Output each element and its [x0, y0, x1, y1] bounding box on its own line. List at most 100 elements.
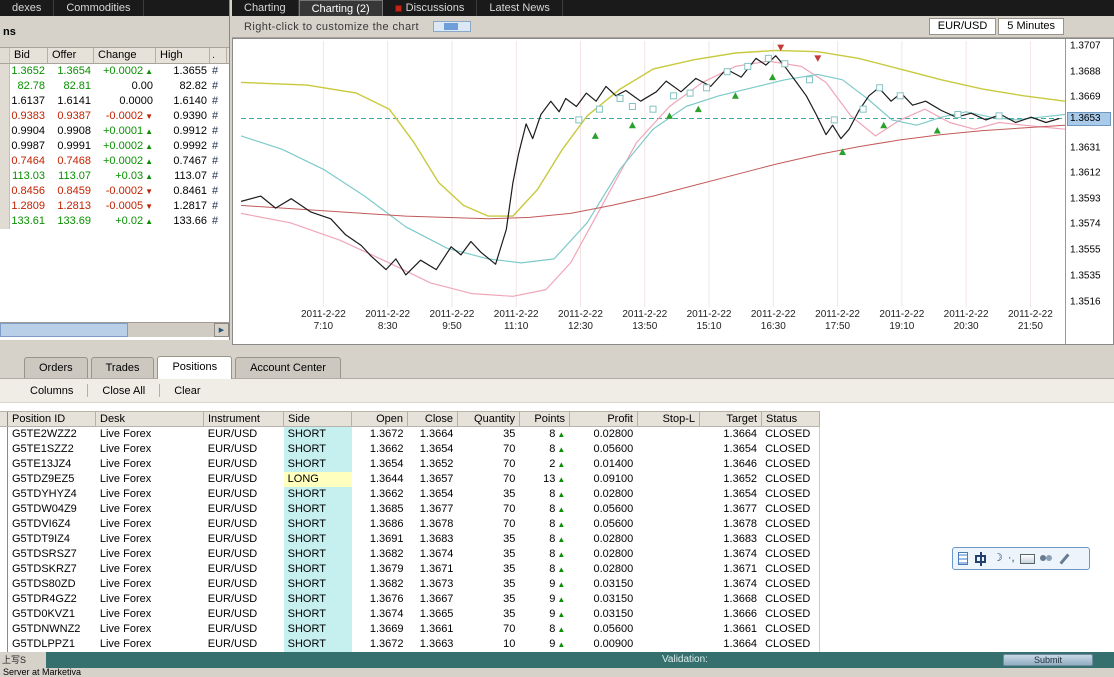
quote-row[interactable]: 133.61133.69+0.02▲133.66# — [0, 214, 229, 229]
chart-tab-discussions[interactable]: Discussions — [383, 0, 478, 16]
toolbar-button-close-all[interactable]: Close All — [90, 383, 157, 399]
tool-wrench-icon[interactable] — [1059, 553, 1070, 565]
position-row[interactable]: G5TDR4GZ2Live ForexEUR/USDSHORT1.36761.3… — [0, 592, 820, 607]
position-row[interactable]: G5TE1SZZ2Live ForexEUR/USDSHORT1.36621.3… — [0, 442, 820, 457]
position-row[interactable]: G5TDS80ZDLive ForexEUR/USDSHORT1.36821.3… — [0, 577, 820, 592]
position-row[interactable]: G5TDNWNZ2Live ForexEUR/USDSHORT1.36691.3… — [0, 622, 820, 637]
quote-row[interactable]: 0.84560.8459-0.0002▼0.8461# — [0, 184, 229, 199]
quote-row[interactable]: 0.99870.9991+0.0002▲0.9992# — [0, 139, 229, 154]
column-header-close[interactable]: Close — [408, 412, 458, 426]
chart-tab-charting[interactable]: Charting — [232, 0, 299, 16]
points: 9▲ — [519, 637, 569, 652]
position-row[interactable]: G5TDLPPZ1Live ForexEUR/USDSHORT1.36721.3… — [0, 637, 820, 652]
positions-panel: OrdersTradesPositionsAccount Center Colu… — [0, 355, 1114, 652]
side: SHORT — [284, 637, 352, 652]
position-row[interactable]: G5TDVI6Z4Live ForexEUR/USDSHORT1.36861.3… — [0, 517, 820, 532]
quote-row[interactable]: 113.03113.07+0.03▲113.07# — [0, 169, 229, 184]
position-id: G5TDYHYZ4 — [8, 487, 96, 502]
submit-button[interactable]: Submit — [1003, 654, 1093, 666]
timeframe-label[interactable]: 5 Minutes — [998, 18, 1064, 35]
toolbar-button-clear[interactable]: Clear — [162, 383, 212, 399]
candle-marker-icon — [996, 113, 1002, 119]
quotes-tab-dexes[interactable]: dexes — [0, 0, 54, 16]
tab-account-center[interactable]: Account Center — [235, 357, 341, 378]
quotes-tab-commodities[interactable]: Commodities — [54, 0, 143, 16]
tick-time: 12:30 — [558, 321, 603, 333]
chinese-input-icon[interactable] — [975, 555, 986, 563]
chart-link-icon: # — [210, 199, 227, 214]
slider-thumb[interactable] — [444, 23, 458, 30]
column-header-position-id[interactable]: Position ID — [8, 412, 96, 426]
column-header-profit[interactable]: Profit — [570, 412, 638, 426]
buy-marker-icon — [934, 127, 941, 134]
column-header-instrument[interactable]: Instrument — [204, 412, 284, 426]
column-header-high[interactable]: High — [156, 48, 210, 63]
position-row[interactable]: G5TE13JZ4Live ForexEUR/USDSHORT1.36541.3… — [0, 457, 820, 472]
position-row[interactable]: G5TDT9IZ4Live ForexEUR/USDSHORT1.36911.3… — [0, 532, 820, 547]
column-header-more[interactable]: . — [210, 48, 227, 63]
quote-row[interactable]: 0.74640.7468+0.0002▲0.7467# — [0, 154, 229, 169]
series-price — [241, 56, 1059, 275]
tab-trades[interactable]: Trades — [91, 357, 155, 378]
column-header-bid[interactable]: Bid — [10, 48, 48, 63]
quotes-hscrollbar[interactable] — [0, 322, 229, 337]
language-bar-handle-icon[interactable] — [958, 552, 968, 565]
column-header-status[interactable]: Status — [762, 412, 820, 426]
tab-positions[interactable]: Positions — [157, 356, 232, 379]
position-row[interactable]: G5TDSKRZ7Live ForexEUR/USDSHORT1.36791.3… — [0, 562, 820, 577]
chart-tab-latest-news[interactable]: Latest News — [477, 0, 563, 16]
position-row[interactable]: G5TDW04Z9Live ForexEUR/USDSHORT1.36851.3… — [0, 502, 820, 517]
quote-row[interactable]: 0.99040.9908+0.0001▲0.9912# — [0, 124, 229, 139]
position-row[interactable]: G5TDZ9EZ5Live ForexEUR/USDLONG1.36441.36… — [0, 472, 820, 487]
position-id: G5TDZ9EZ5 — [8, 472, 96, 487]
stop-loss — [637, 637, 699, 652]
soft-keyboard-icon[interactable] — [1020, 554, 1035, 564]
quote-row[interactable]: 1.61371.61410.00001.6140# — [0, 94, 229, 109]
quote-row[interactable]: 1.36521.3654+0.0002▲1.3655# — [0, 64, 229, 79]
status: CLOSED — [761, 562, 819, 577]
column-header-stop-l[interactable]: Stop-L — [638, 412, 700, 426]
instrument: EUR/USD — [204, 637, 284, 652]
column-header-quantity[interactable]: Quantity — [458, 412, 520, 426]
tick-time: 16:30 — [751, 321, 796, 333]
column-header-target[interactable]: Target — [700, 412, 762, 426]
stop-loss — [637, 487, 699, 502]
candle-marker-icon — [807, 77, 813, 83]
column-header-change[interactable]: Change — [94, 48, 156, 63]
punctuation-icon[interactable]: ·, — [1008, 548, 1015, 569]
tick-time: 7:10 — [301, 321, 346, 333]
quote-row[interactable]: 1.28091.2813-0.0005▼1.2817# — [0, 199, 229, 214]
scroll-right-button[interactable] — [214, 323, 229, 337]
desk: Live Forex — [96, 622, 204, 637]
column-header-desk[interactable]: Desk — [96, 412, 204, 426]
quote-row[interactable]: 82.7882.810.0082.82# — [0, 79, 229, 94]
open-price: 1.3672 — [352, 637, 408, 652]
price-chart[interactable] — [241, 41, 1065, 307]
column-header-side[interactable]: Side — [284, 412, 352, 426]
position-row[interactable]: G5TE2WZZ2Live ForexEUR/USDSHORT1.36721.3… — [0, 427, 820, 442]
scrollbar-thumb[interactable] — [0, 323, 128, 337]
tab-orders[interactable]: Orders — [24, 357, 88, 378]
halfwidth-moon-icon[interactable]: ☽ — [993, 548, 1003, 569]
toolbar-button-columns[interactable]: Columns — [18, 383, 85, 399]
chart-tab-charting-2[interactable]: Charting (2) — [299, 0, 383, 16]
scrollbar-track[interactable] — [128, 323, 214, 337]
chart-mini-slider[interactable] — [433, 21, 471, 32]
chart-body[interactable]: 1.37071.36881.36691.36311.36121.35931.35… — [232, 38, 1114, 345]
close-price: 1.3674 — [408, 547, 458, 562]
high-value: 113.07 — [156, 169, 210, 184]
position-row[interactable]: G5TD0KVZ1Live ForexEUR/USDSHORT1.36741.3… — [0, 607, 820, 622]
column-header-open[interactable]: Open — [352, 412, 408, 426]
chart-hint-text: Right-click to customize the chart — [244, 21, 419, 33]
column-header-points[interactable]: Points — [520, 412, 570, 426]
instrument-label[interactable]: EUR/USD — [929, 18, 997, 35]
points-value: 9 — [549, 593, 555, 605]
position-row[interactable]: G5TDSRSZ7Live ForexEUR/USDSHORT1.36821.3… — [0, 547, 820, 562]
users-icon[interactable] — [1040, 553, 1054, 564]
ime-language-bar[interactable]: ☽·, — [952, 547, 1090, 570]
offer-value: 133.69 — [48, 214, 94, 229]
quote-row[interactable]: 0.93830.9387-0.0002▼0.9390# — [0, 109, 229, 124]
target: 1.3668 — [699, 592, 761, 607]
column-header-offer[interactable]: Offer — [48, 48, 94, 63]
position-row[interactable]: G5TDYHYZ4Live ForexEUR/USDSHORT1.36621.3… — [0, 487, 820, 502]
